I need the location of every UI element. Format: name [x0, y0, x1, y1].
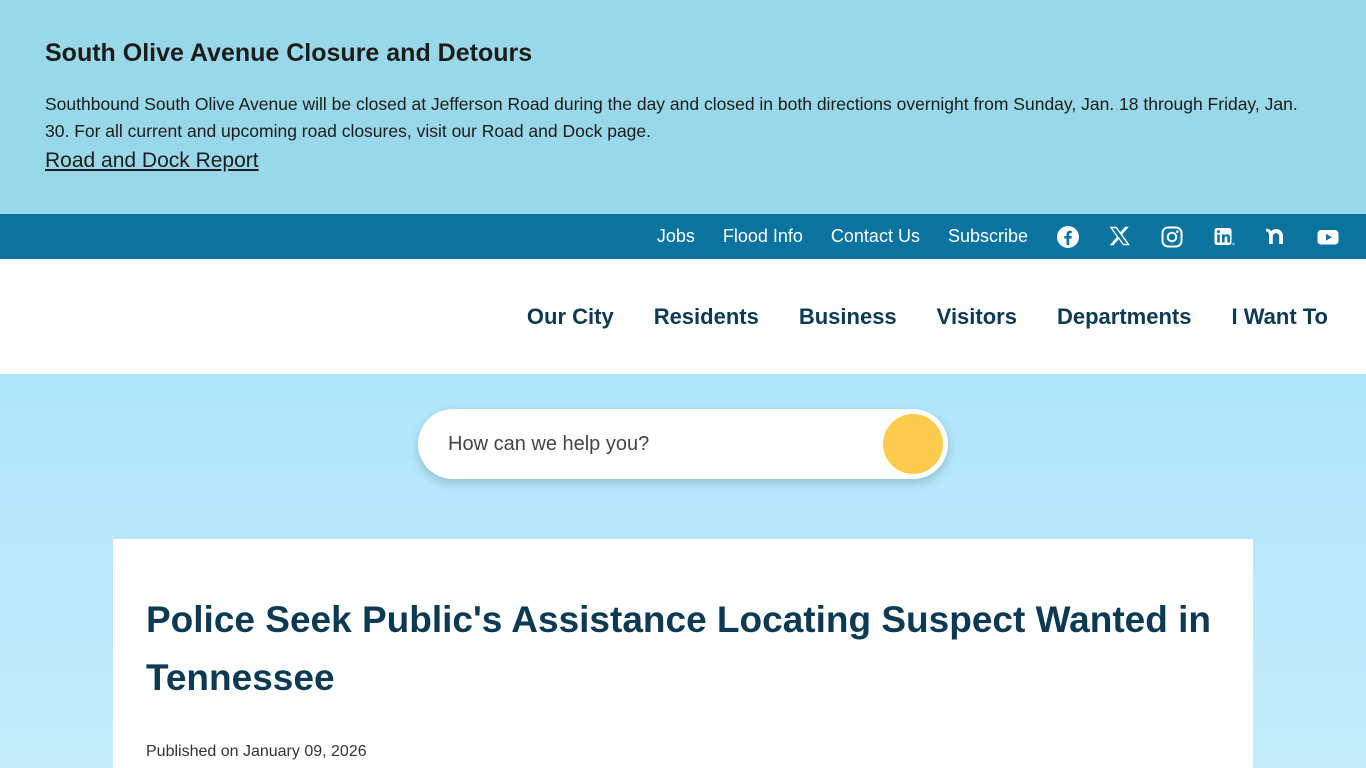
search-button[interactable]	[883, 414, 943, 474]
alert-banner: South Olive Avenue Closure and Detours S…	[0, 0, 1366, 214]
nav-i-want-to[interactable]: I Want To	[1231, 304, 1328, 330]
jobs-link[interactable]: Jobs	[657, 214, 695, 259]
article-card: Police Seek Public's Assistance Locating…	[113, 539, 1253, 768]
utility-nav: Jobs Flood Info Contact Us Subscribe	[0, 214, 1366, 259]
road-dock-report-link[interactable]: Road and Dock Report	[45, 148, 259, 174]
x-icon[interactable]	[1108, 225, 1132, 249]
search-bar	[418, 409, 948, 479]
search-input[interactable]	[448, 409, 868, 479]
facebook-icon[interactable]	[1056, 225, 1080, 249]
main-nav: Our City Residents Business Visitors Dep…	[0, 259, 1366, 374]
linkedin-icon[interactable]	[1212, 225, 1236, 249]
nav-residents[interactable]: Residents	[654, 304, 759, 330]
nextdoor-icon[interactable]	[1264, 225, 1288, 249]
nav-departments[interactable]: Departments	[1057, 304, 1191, 330]
nav-our-city[interactable]: Our City	[527, 304, 614, 330]
instagram-icon[interactable]	[1160, 225, 1184, 249]
published-date: Published on January 09, 2026	[146, 743, 367, 760]
article-title: Police Seek Public's Assistance Locating…	[146, 599, 1211, 698]
alert-title: South Olive Avenue Closure and Detours	[45, 39, 533, 67]
flood-info-link[interactable]: Flood Info	[723, 214, 803, 259]
social-links	[1044, 225, 1340, 249]
nav-visitors[interactable]: Visitors	[937, 304, 1017, 330]
nav-business[interactable]: Business	[799, 304, 897, 330]
youtube-icon[interactable]	[1316, 225, 1340, 249]
alert-body: Southbound South Olive Avenue will be cl…	[45, 94, 1298, 141]
hero-section: Police Seek Public's Assistance Locating…	[0, 374, 1366, 768]
contact-us-link[interactable]: Contact Us	[831, 214, 920, 259]
subscribe-link[interactable]: Subscribe	[948, 214, 1028, 259]
